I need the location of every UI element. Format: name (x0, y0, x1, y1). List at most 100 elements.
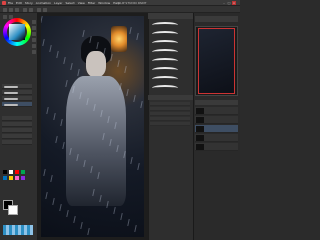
window-title: CLIP STUDIO PAINT (118, 0, 147, 5)
brush-property-row[interactable] (150, 107, 190, 111)
menu-window[interactable]: Window (98, 1, 110, 5)
sub-tool-item[interactable] (2, 96, 32, 101)
open-file-icon[interactable] (9, 7, 13, 12)
figure-shirt (66, 76, 126, 206)
rain-streak (56, 50, 59, 59)
layer-thumbnail (196, 135, 204, 141)
menu-layer[interactable]: Layer (54, 1, 62, 5)
sub-color-swatch[interactable] (8, 205, 18, 215)
rain-streak (117, 59, 120, 68)
brush-property-row[interactable] (150, 117, 190, 121)
palette-swatch[interactable] (3, 170, 7, 174)
tool-property-row[interactable] (2, 134, 32, 139)
rain-streak (80, 221, 83, 230)
palette-swatch[interactable] (21, 170, 25, 174)
save-icon[interactable] (15, 7, 19, 12)
new-file-icon[interactable] (3, 7, 7, 12)
redo-icon[interactable] (29, 7, 33, 12)
layer-row[interactable] (195, 107, 238, 115)
brush-stroke-preview (4, 97, 18, 100)
palette-swatch[interactable] (9, 176, 13, 180)
rain-streak (140, 100, 143, 109)
layer-thumbnail (196, 117, 204, 123)
palette-swatch[interactable] (15, 170, 19, 174)
layer-panel-header (195, 100, 238, 105)
brush-property-row[interactable] (150, 112, 190, 116)
palette-swatch[interactable] (9, 170, 13, 174)
rain-streak (87, 227, 90, 236)
tool-property-row[interactable] (2, 122, 32, 127)
brush-property-row[interactable] (150, 102, 190, 106)
menu-select[interactable]: Select (65, 1, 74, 5)
rain-streak (134, 224, 137, 233)
layer-row[interactable] (195, 134, 238, 142)
tool-property-row[interactable] (2, 128, 32, 133)
artwork-canvas[interactable] (41, 16, 144, 237)
transform-icon[interactable] (43, 7, 47, 12)
menu-file[interactable]: File (8, 1, 13, 5)
color-wheel-tab-icon[interactable] (3, 15, 7, 19)
brush-stroke-preset[interactable] (152, 67, 178, 73)
rain-streak (137, 162, 140, 171)
rain-streak (77, 68, 80, 77)
brush-stroke-preset[interactable] (152, 49, 178, 55)
brush-property-row[interactable] (150, 122, 190, 126)
minimize-icon[interactable]: – (222, 1, 226, 5)
rain-streak (126, 88, 129, 97)
navigator-preview[interactable] (198, 28, 235, 94)
color-history[interactable] (3, 225, 33, 235)
rain-streak (70, 62, 73, 71)
menu-edit[interactable]: Edit (16, 1, 22, 5)
brush-stroke-preset[interactable] (152, 40, 178, 46)
eraser-icon[interactable] (32, 32, 36, 36)
undo-icon[interactable] (23, 7, 27, 12)
layer-thumbnail (196, 108, 204, 114)
layer-row[interactable] (195, 143, 238, 151)
layer-thumbnail (196, 126, 204, 132)
brush-stroke-preset[interactable] (152, 85, 178, 91)
rain-streak (55, 135, 58, 144)
rain-streak (45, 191, 48, 200)
rain-streak (113, 206, 116, 215)
color-saturation-box[interactable] (9, 24, 25, 40)
menu-view[interactable]: View (78, 1, 85, 5)
brush-icon[interactable] (32, 26, 36, 30)
rain-streak (110, 53, 113, 62)
menu-animation[interactable]: Animation (36, 1, 51, 5)
rain-streak (66, 209, 69, 218)
brush-stroke-preset[interactable] (152, 22, 178, 28)
fill-icon[interactable] (32, 38, 36, 42)
brush-stroke-preset[interactable] (152, 76, 178, 82)
close-icon[interactable]: × (232, 1, 236, 5)
clear-icon[interactable] (37, 7, 41, 12)
zoom-icon[interactable] (32, 50, 36, 54)
tool-property-row[interactable] (2, 116, 32, 121)
tool-property-row[interactable] (2, 140, 32, 145)
layer-row[interactable] (195, 125, 238, 133)
rain-streak (124, 65, 127, 74)
sub-tool-item[interactable] (2, 90, 32, 95)
rain-streak (53, 112, 56, 121)
rain-streak (49, 44, 52, 53)
rain-streak (136, 32, 139, 41)
menu-story[interactable]: Story (25, 1, 33, 5)
sub-tool-item[interactable] (2, 84, 32, 89)
sub-tool-item-selected[interactable] (2, 102, 32, 107)
palette-swatch[interactable] (3, 176, 7, 180)
hand-icon[interactable] (32, 44, 36, 48)
maximize-icon[interactable]: □ (227, 1, 231, 5)
brush-panel-tabs[interactable] (148, 95, 193, 100)
brush-stroke-preset[interactable] (152, 31, 178, 37)
layer-row[interactable] (195, 116, 238, 124)
rain-streak (41, 16, 43, 24)
navigator-header (195, 16, 238, 22)
rain-streak (50, 174, 53, 183)
palette-swatch[interactable] (21, 176, 25, 180)
rain-streak (60, 118, 63, 127)
rain-streak (73, 215, 76, 224)
brush-stroke-preset[interactable] (152, 58, 178, 64)
rain-streak (133, 94, 136, 103)
pen-icon[interactable] (32, 20, 36, 24)
menu-filter[interactable]: Filter (88, 1, 95, 5)
palette-swatch[interactable] (15, 176, 19, 180)
